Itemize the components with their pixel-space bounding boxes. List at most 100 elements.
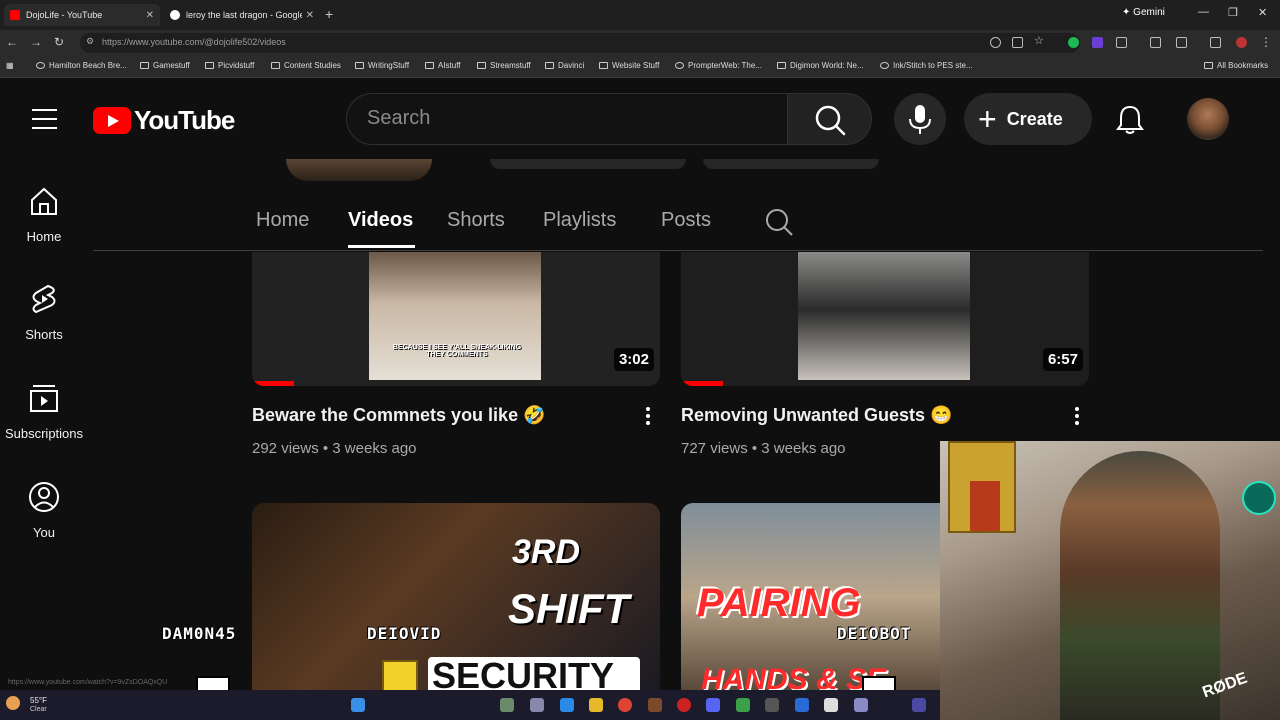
chrome-icon[interactable] bbox=[618, 698, 632, 712]
close-tab-icon[interactable]: ✕ bbox=[146, 10, 154, 21]
video-thumbnail[interactable]: 6:57 bbox=[681, 252, 1089, 386]
bookmark-label: All Bookmarks bbox=[1217, 61, 1269, 70]
bookmark-folder[interactable]: Content Studies bbox=[271, 61, 341, 70]
channel-search-icon[interactable] bbox=[764, 207, 794, 237]
browser-tab-google[interactable]: leroy the last dragon - Google ✕ bbox=[164, 4, 320, 26]
bookmark-label: Digimon World: Ne... bbox=[790, 61, 864, 70]
thumbnail-text: PAIRING bbox=[697, 581, 861, 625]
taskbar-app-icon[interactable] bbox=[530, 698, 544, 712]
taskbar-app-icon[interactable] bbox=[765, 698, 779, 712]
restore-icon[interactable]: ❐ bbox=[1228, 6, 1238, 19]
xbox-icon bbox=[1242, 481, 1276, 515]
subscriptions-icon bbox=[30, 385, 58, 412]
browser-tab-dojolife[interactable]: DojoLife - YouTube ✕ bbox=[4, 4, 160, 26]
search-button[interactable] bbox=[787, 93, 872, 145]
taskbar-app-icon[interactable] bbox=[912, 698, 926, 712]
site-info-icon[interactable]: ⚙ bbox=[86, 36, 94, 47]
extensions-puzzle-icon[interactable] bbox=[1116, 37, 1127, 48]
discord-icon[interactable] bbox=[706, 698, 720, 712]
bookmark-item[interactable]: Hamilton Beach Bre... bbox=[36, 61, 127, 70]
avatar[interactable] bbox=[1187, 98, 1229, 140]
gemini-button[interactable]: ✦ Gemini bbox=[1122, 7, 1165, 18]
sidebar-item-you[interactable]: You bbox=[0, 480, 88, 540]
bookmark-folder[interactable]: WritingStuff bbox=[355, 61, 409, 70]
back-icon[interactable]: ← bbox=[6, 35, 18, 49]
taskbar-app-icon[interactable] bbox=[648, 698, 662, 712]
taskbar-app-icon[interactable] bbox=[500, 698, 514, 712]
bookmark-item[interactable]: PrompterWeb: The... bbox=[675, 61, 762, 70]
tab-home[interactable]: Home bbox=[256, 209, 309, 232]
zoom-icon[interactable] bbox=[990, 37, 1001, 48]
subscribe-button[interactable] bbox=[490, 159, 686, 169]
shorts-icon bbox=[32, 284, 56, 314]
downloads-icon[interactable] bbox=[1210, 37, 1221, 48]
streamer-person bbox=[1060, 451, 1220, 720]
cast-icon[interactable] bbox=[1012, 37, 1023, 48]
taskbar-app-icon[interactable] bbox=[824, 698, 838, 712]
video-title[interactable]: Removing Unwanted Guests 😁 bbox=[681, 405, 952, 426]
video-meta: 292 views • 3 weeks ago bbox=[252, 440, 417, 457]
extension-icon[interactable] bbox=[1092, 37, 1103, 48]
more-actions-icon[interactable] bbox=[640, 405, 656, 429]
profile-icon[interactable] bbox=[1236, 37, 1247, 48]
video-thumbnail[interactable]: BECAUSE I SEE Y'ALL SNEAK-LIKING THEY CO… bbox=[252, 252, 660, 386]
taskbar-app-icon[interactable] bbox=[677, 698, 691, 712]
bookmark-folder[interactable]: Website Stuff bbox=[599, 61, 659, 70]
youtube-favicon-icon bbox=[10, 10, 20, 20]
tab-posts[interactable]: Posts bbox=[661, 209, 711, 232]
taskbar-app-icon[interactable] bbox=[736, 698, 750, 712]
new-tab-button[interactable]: + bbox=[325, 6, 333, 22]
search-input[interactable] bbox=[367, 107, 767, 130]
create-label: Create bbox=[1006, 108, 1063, 129]
voice-search-button[interactable] bbox=[894, 93, 946, 145]
apps-grid-icon[interactable]: ▦ bbox=[6, 61, 14, 70]
bookmark-folder[interactable]: Gamestuff bbox=[140, 61, 190, 70]
video-thumbnail[interactable]: PAIRING HANDS & SE bbox=[681, 503, 940, 690]
video-thumbnail[interactable]: 3RD SHIFT SECURITY bbox=[252, 503, 660, 690]
bookmark-folder[interactable]: AIstuff bbox=[425, 61, 461, 70]
file-explorer-icon[interactable] bbox=[589, 698, 603, 712]
bookmark-item[interactable]: Digimon World: Ne... bbox=[777, 61, 864, 70]
url-field[interactable]: ⚙ https://www.youtube.com/@dojolife502/v… bbox=[80, 33, 1080, 53]
tab-shorts[interactable]: Shorts bbox=[447, 209, 505, 232]
channel-avatar[interactable] bbox=[286, 159, 432, 181]
microphone-icon bbox=[909, 105, 931, 134]
thumbnail-image bbox=[798, 252, 970, 380]
create-button[interactable]: + Create bbox=[964, 93, 1092, 145]
join-button[interactable] bbox=[703, 159, 879, 169]
address-bar-row: ← → ↻ ⚙ https://www.youtube.com/@dojolif… bbox=[0, 30, 1280, 56]
extension-icon[interactable] bbox=[1068, 37, 1079, 48]
sidebar-item-shorts[interactable]: Shorts bbox=[0, 282, 88, 342]
sidebar-item-subscriptions[interactable]: Subscriptions bbox=[0, 381, 88, 441]
bookmark-label: Website Stuff bbox=[612, 61, 660, 70]
tab-videos[interactable]: Videos bbox=[348, 209, 413, 232]
taskbar-app-icon[interactable] bbox=[854, 698, 868, 712]
tab-playlists[interactable]: Playlists bbox=[543, 209, 616, 232]
bookmarks-icon[interactable] bbox=[1150, 37, 1161, 48]
edge-icon[interactable] bbox=[560, 698, 574, 712]
more-actions-icon[interactable] bbox=[1069, 405, 1085, 429]
forward-icon[interactable]: → bbox=[30, 35, 42, 49]
star-icon[interactable]: ☆ bbox=[1034, 34, 1045, 47]
sidebar-item-label: Subscriptions bbox=[4, 426, 84, 441]
close-tab-icon[interactable]: ✕ bbox=[306, 10, 314, 21]
reload-icon[interactable]: ↻ bbox=[54, 35, 64, 49]
taskbar-app-icon[interactable] bbox=[795, 698, 809, 712]
thumbnail-caption: BECAUSE I SEE Y'ALL SNEAK-LIKING THEY CO… bbox=[392, 344, 522, 358]
all-bookmarks[interactable]: All Bookmarks bbox=[1204, 61, 1268, 70]
youtube-logo[interactable]: YouTube bbox=[93, 105, 235, 136]
search-box bbox=[346, 93, 788, 145]
hamburger-menu-icon[interactable] bbox=[32, 109, 57, 129]
notifications-bell-icon[interactable] bbox=[1112, 101, 1148, 137]
bookmark-folder[interactable]: Streamstuff bbox=[477, 61, 531, 70]
video-title[interactable]: Beware the Commnets you like 🤣 bbox=[252, 405, 546, 426]
sidebar-item-label: You bbox=[33, 525, 55, 540]
bookmark-folder[interactable]: Picvidstuff bbox=[205, 61, 254, 70]
bookmark-folder[interactable]: Davinci bbox=[545, 61, 584, 70]
bookmark-item[interactable]: Ink/Stitch to PES ste... bbox=[880, 61, 973, 70]
close-window-icon[interactable]: ✕ bbox=[1258, 6, 1267, 19]
menu-dots-icon[interactable]: ⋮ bbox=[1260, 35, 1272, 49]
windows-start-icon[interactable] bbox=[351, 698, 365, 712]
minimize-icon[interactable]: — bbox=[1198, 6, 1209, 18]
sidepanel-icon[interactable] bbox=[1176, 37, 1187, 48]
